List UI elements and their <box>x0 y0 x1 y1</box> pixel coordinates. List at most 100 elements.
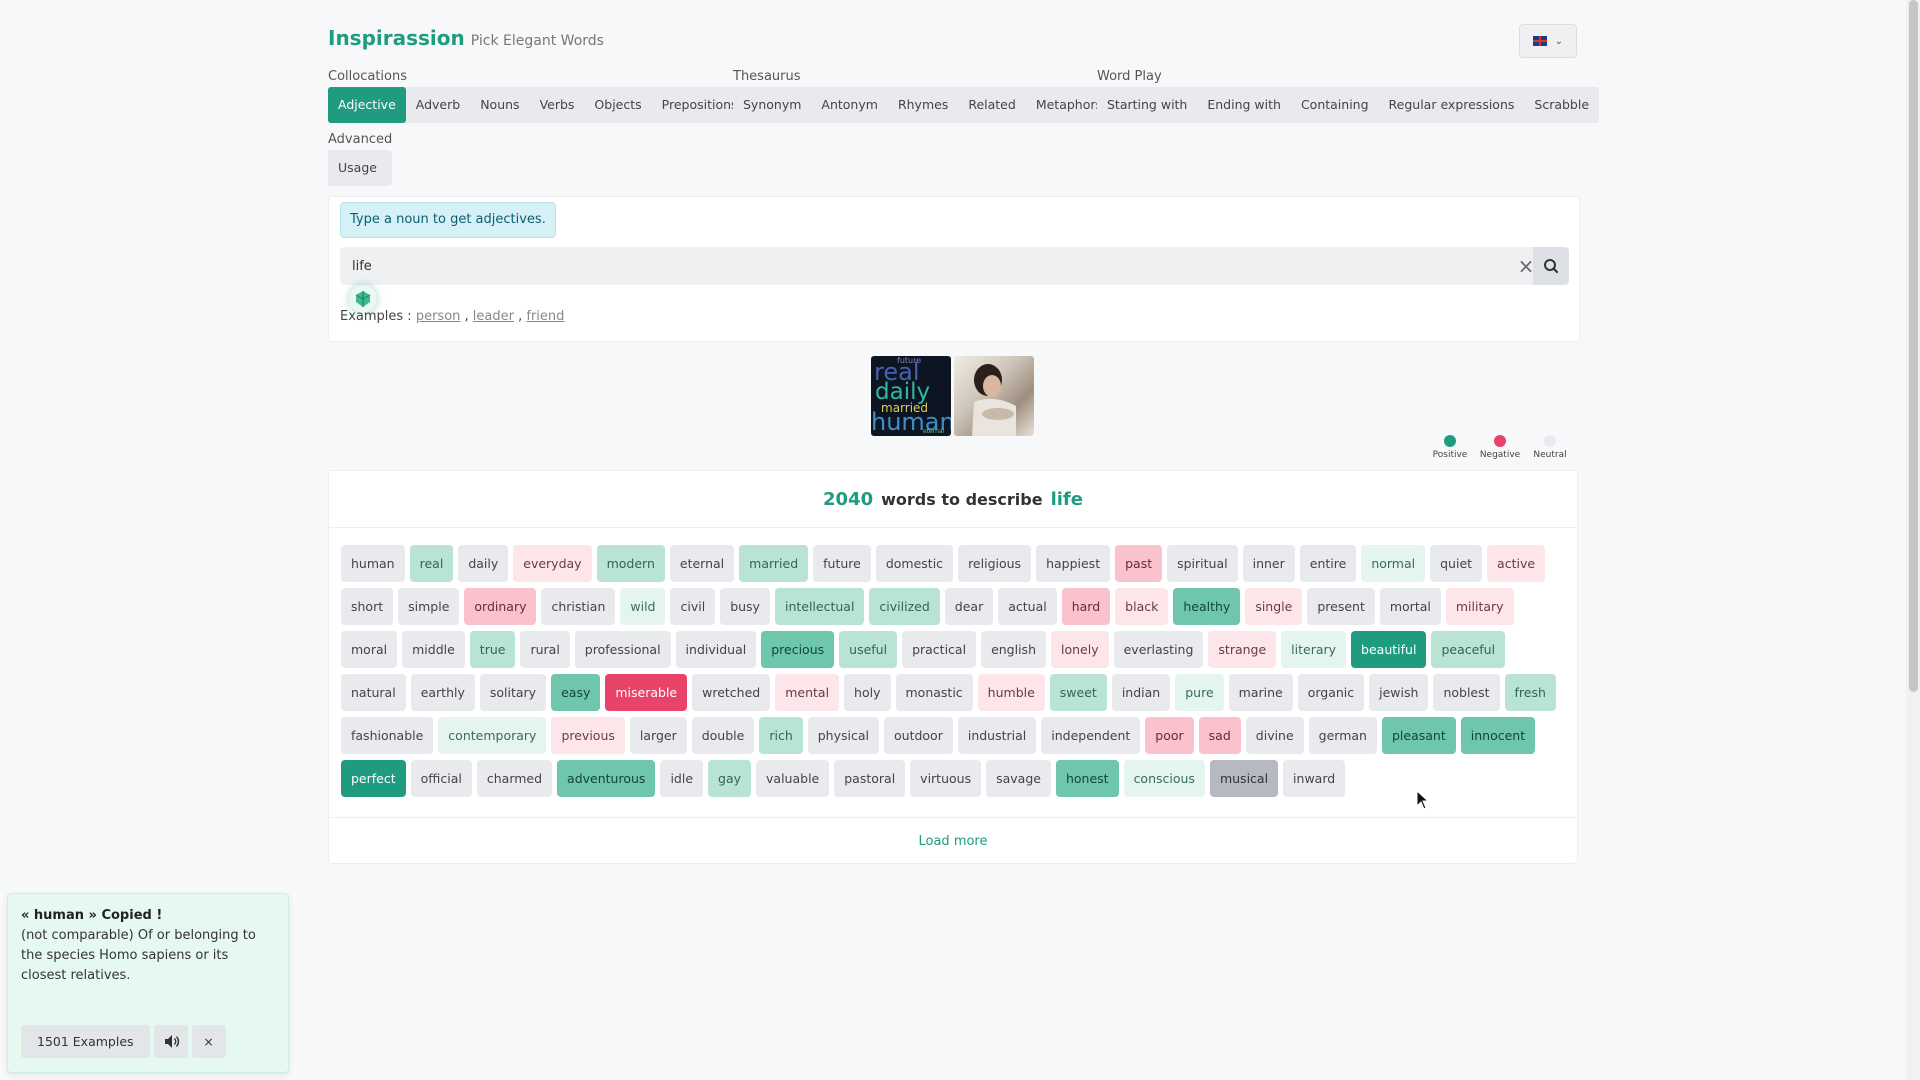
word-chip-previous[interactable]: previous <box>551 717 625 754</box>
word-chip-strange[interactable]: strange <box>1208 631 1277 668</box>
tab-related[interactable]: Related <box>958 87 1026 123</box>
tab-adverb[interactable]: Adverb <box>405 87 471 123</box>
word-chip-military[interactable]: military <box>1445 588 1514 625</box>
word-chip-outdoor[interactable]: outdoor <box>884 717 953 754</box>
word-chip-married[interactable]: married <box>739 545 809 582</box>
word-chip-rural[interactable]: rural <box>520 631 570 668</box>
word-chip-true[interactable]: true <box>469 631 516 668</box>
word-chip-pure[interactable]: pure <box>1175 674 1224 711</box>
word-chip-civil[interactable]: civil <box>670 588 716 625</box>
word-chip-black[interactable]: black <box>1115 588 1169 625</box>
word-chip-future[interactable]: future <box>813 545 871 582</box>
example-friend[interactable]: friend <box>526 309 564 324</box>
scrollbar-thumb[interactable] <box>1909 0 1918 692</box>
word-chip-past[interactable]: past <box>1115 545 1163 582</box>
word-chip-english[interactable]: english <box>981 631 1046 668</box>
word-chip-everyday[interactable]: everyday <box>513 545 592 582</box>
word-chip-quiet[interactable]: quiet <box>1430 545 1483 582</box>
word-chip-double[interactable]: double <box>691 717 755 754</box>
word-chip-entire[interactable]: entire <box>1299 545 1357 582</box>
word-chip-mental[interactable]: mental <box>775 674 840 711</box>
word-chip-daily[interactable]: daily <box>458 545 509 582</box>
word-chip-holy[interactable]: holy <box>844 674 891 711</box>
word-chip-real[interactable]: real <box>409 545 454 582</box>
word-chip-sweet[interactable]: sweet <box>1049 674 1107 711</box>
word-chip-sad[interactable]: sad <box>1198 717 1241 754</box>
word-chip-wretched[interactable]: wretched <box>692 674 771 711</box>
example-person[interactable]: person <box>416 309 461 324</box>
word-chip-christian[interactable]: christian <box>541 588 616 625</box>
word-chip-ordinary[interactable]: ordinary <box>464 588 537 625</box>
word-chip-noblest[interactable]: noblest <box>1433 674 1500 711</box>
word-chip-poor[interactable]: poor <box>1145 717 1194 754</box>
word-chip-natural[interactable]: natural <box>341 674 406 711</box>
word-chip-inner[interactable]: inner <box>1242 545 1295 582</box>
word-chip-independent[interactable]: independent <box>1041 717 1141 754</box>
tab-starting-with[interactable]: Starting with <box>1097 87 1198 123</box>
word-chip-single[interactable]: single <box>1245 588 1303 625</box>
word-chip-innocent[interactable]: innocent <box>1460 717 1536 754</box>
word-chip-humble[interactable]: humble <box>977 674 1045 711</box>
search-input[interactable] <box>340 247 1500 285</box>
word-chip-literary[interactable]: literary <box>1281 631 1347 668</box>
word-chip-religious[interactable]: religious <box>958 545 1032 582</box>
word-chip-perfect[interactable]: perfect <box>341 760 406 797</box>
word-chip-present[interactable]: present <box>1307 588 1375 625</box>
tab-rhymes[interactable]: Rhymes <box>887 87 959 123</box>
tab-ending-with[interactable]: Ending with <box>1197 87 1291 123</box>
word-chip-everlasting[interactable]: everlasting <box>1113 631 1204 668</box>
word-chip-larger[interactable]: larger <box>629 717 687 754</box>
speaker-button[interactable] <box>153 1025 188 1058</box>
word-chip-active[interactable]: active <box>1487 545 1546 582</box>
word-chip-individual[interactable]: individual <box>675 631 757 668</box>
word-chip-divine[interactable]: divine <box>1245 717 1304 754</box>
word-chip-jewish[interactable]: jewish <box>1369 674 1429 711</box>
tab-containing[interactable]: Containing <box>1290 87 1379 123</box>
word-chip-useful[interactable]: useful <box>839 631 898 668</box>
word-chip-short[interactable]: short <box>341 588 394 625</box>
word-chip-musical[interactable]: musical <box>1209 760 1279 797</box>
word-chip-official[interactable]: official <box>410 760 472 797</box>
word-chip-normal[interactable]: normal <box>1361 545 1426 582</box>
word-chip-indian[interactable]: indian <box>1111 674 1171 711</box>
word-chip-miserable[interactable]: miserable <box>605 674 688 711</box>
wordcloud-image[interactable]: future real daily married human eternal <box>871 356 951 436</box>
load-more-button[interactable]: Load more <box>329 817 1577 864</box>
word-chip-pastoral[interactable]: pastoral <box>834 760 906 797</box>
word-chip-marine[interactable]: marine <box>1228 674 1293 711</box>
word-chip-healthy[interactable]: healthy <box>1173 588 1241 625</box>
word-chip-eternal[interactable]: eternal <box>669 545 735 582</box>
tab-scrabble[interactable]: Scrabble <box>1524 87 1600 123</box>
word-chip-spiritual[interactable]: spiritual <box>1167 545 1238 582</box>
word-chip-dear[interactable]: dear <box>944 588 994 625</box>
word-chip-happiest[interactable]: happiest <box>1036 545 1111 582</box>
word-chip-solitary[interactable]: solitary <box>479 674 547 711</box>
word-chip-contemporary[interactable]: contemporary <box>438 717 547 754</box>
search-button[interactable] <box>1533 247 1569 285</box>
word-chip-organic[interactable]: organic <box>1297 674 1365 711</box>
word-chip-charmed[interactable]: charmed <box>476 760 553 797</box>
word-chip-peaceful[interactable]: peaceful <box>1431 631 1506 668</box>
word-chip-beautiful[interactable]: beautiful <box>1351 631 1427 668</box>
word-chip-professional[interactable]: professional <box>574 631 671 668</box>
word-chip-fresh[interactable]: fresh <box>1504 674 1556 711</box>
word-chip-human[interactable]: human <box>341 545 405 582</box>
word-chip-wild[interactable]: wild <box>620 588 666 625</box>
word-chip-adventurous[interactable]: adventurous <box>557 760 656 797</box>
tab-usage[interactable]: Usage <box>328 150 387 186</box>
tab-nouns[interactable]: Nouns <box>470 87 530 123</box>
word-chip-conscious[interactable]: conscious <box>1123 760 1205 797</box>
life-photo[interactable] <box>954 356 1034 436</box>
word-chip-rich[interactable]: rich <box>759 717 803 754</box>
page-scrollbar[interactable] <box>1906 0 1920 1080</box>
word-chip-pleasant[interactable]: pleasant <box>1381 717 1456 754</box>
word-chip-modern[interactable]: modern <box>596 545 665 582</box>
tab-adjective[interactable]: Adjective <box>328 87 406 123</box>
word-chip-german[interactable]: german <box>1308 717 1377 754</box>
brand-name[interactable]: Inspirassion <box>328 26 465 50</box>
word-chip-lonely[interactable]: lonely <box>1051 631 1109 668</box>
close-toast-button[interactable]: × <box>191 1025 226 1058</box>
word-chip-physical[interactable]: physical <box>807 717 879 754</box>
word-chip-gay[interactable]: gay <box>708 760 752 797</box>
tab-antonym[interactable]: Antonym <box>811 87 888 123</box>
